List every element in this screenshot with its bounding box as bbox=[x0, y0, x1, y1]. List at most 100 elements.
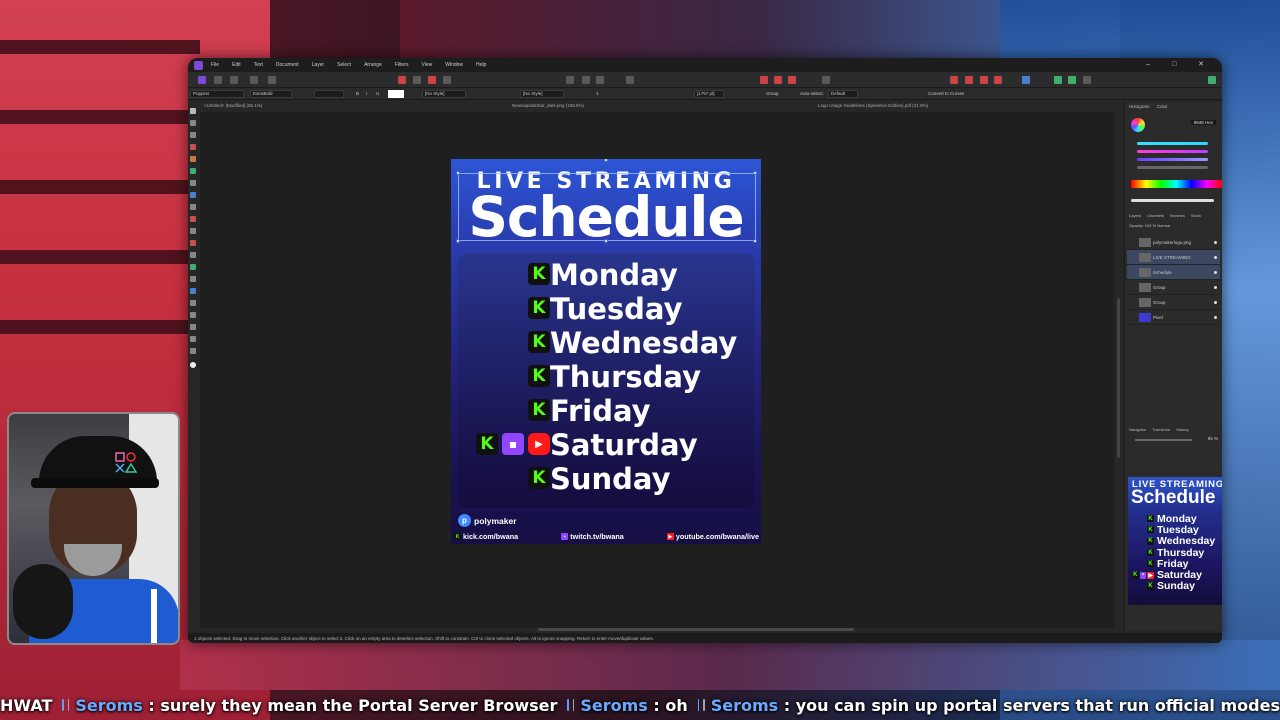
toolbar-icon[interactable] bbox=[250, 76, 258, 84]
table-tool-icon[interactable] bbox=[190, 276, 196, 282]
toolbar-icon[interactable] bbox=[950, 76, 958, 84]
toolbar-icon[interactable] bbox=[980, 76, 988, 84]
selection-handle[interactable] bbox=[456, 171, 460, 175]
toolbar-icon[interactable] bbox=[398, 76, 406, 84]
toolbar-icon[interactable] bbox=[428, 76, 436, 84]
toolbar-icon[interactable] bbox=[1083, 76, 1091, 84]
blue-slider[interactable] bbox=[1137, 158, 1208, 161]
navigator-preview[interactable]: LIVE STREAMING Schedule K Monday K Tuesday K… bbox=[1128, 477, 1222, 605]
visibility-icon[interactable] bbox=[1214, 286, 1217, 289]
schedule-day-row[interactable]: K Thursday bbox=[451, 359, 761, 394]
frame-text-tool-icon[interactable] bbox=[190, 264, 196, 270]
tab-navigator[interactable]: Navigator bbox=[1129, 427, 1146, 432]
persona-export-icon[interactable] bbox=[230, 76, 238, 84]
underline-button[interactable]: U bbox=[376, 91, 379, 96]
app-logo-icon[interactable] bbox=[194, 60, 203, 70]
text-tool-icon[interactable] bbox=[190, 252, 196, 258]
tab-brushes[interactable]: Brushes bbox=[1170, 213, 1185, 218]
menu-filters[interactable]: Filters bbox=[395, 62, 409, 68]
toolbar-icon[interactable] bbox=[626, 76, 634, 84]
vertical-scrollbar[interactable] bbox=[1117, 298, 1120, 458]
account-icon[interactable] bbox=[1208, 76, 1216, 84]
char-style-select[interactable]: [No Style] bbox=[422, 90, 466, 98]
toolbar-icon[interactable] bbox=[1068, 76, 1076, 84]
font-family-select[interactable]: Poppins bbox=[190, 90, 244, 98]
schedule-day-row[interactable]: K Friday bbox=[451, 393, 761, 428]
selection-handle[interactable] bbox=[604, 159, 608, 162]
auto-select-dropdown[interactable]: Default bbox=[828, 90, 858, 98]
magenta-slider[interactable] bbox=[1137, 150, 1208, 153]
crop-tool-icon[interactable] bbox=[190, 132, 196, 138]
tab-stock[interactable]: Stock bbox=[1191, 213, 1201, 218]
zoom-tool-icon[interactable] bbox=[190, 336, 196, 342]
layer-item[interactable]: polymakerlogo.png bbox=[1127, 235, 1220, 250]
color-spectrum[interactable] bbox=[1131, 180, 1222, 188]
tab-history[interactable]: History bbox=[1176, 427, 1188, 432]
toolbar-icon[interactable] bbox=[413, 76, 421, 84]
fill-tool-icon[interactable] bbox=[190, 180, 196, 186]
schedule-artboard[interactable]: LIVE STREAMING Schedule K Monday K Tuesday K… bbox=[451, 159, 761, 544]
schedule-day-row[interactable]: K Wednesday bbox=[451, 325, 761, 360]
menu-text[interactable]: Text bbox=[254, 62, 263, 68]
visibility-icon[interactable] bbox=[1214, 271, 1217, 274]
shape-tool-icon[interactable] bbox=[190, 216, 196, 222]
schedule-day-row[interactable]: K Monday bbox=[451, 257, 761, 292]
selection-handle[interactable] bbox=[456, 239, 460, 243]
gradient-tool-icon[interactable] bbox=[190, 192, 196, 198]
toolbar-icon[interactable] bbox=[582, 76, 590, 84]
menu-help[interactable]: Help bbox=[476, 62, 486, 68]
visibility-icon[interactable] bbox=[1214, 316, 1217, 319]
schedule-day-row[interactable]: K Sunday bbox=[451, 461, 761, 496]
selection-bounding-box[interactable] bbox=[458, 173, 756, 241]
persona-designer-icon[interactable] bbox=[198, 76, 206, 84]
toolbar-icon[interactable] bbox=[1022, 76, 1030, 84]
menu-view[interactable]: View bbox=[422, 62, 433, 68]
layer-blend-options[interactable]: Opacity: 100 % Normal bbox=[1129, 223, 1170, 228]
schedule-day-row[interactable]: K Tuesday bbox=[451, 291, 761, 326]
doc-tab-untitled[interactable]: <Untitled> [Modified] (95.1%) bbox=[204, 103, 262, 108]
schedule-day-row[interactable]: K ▪ ▶ Saturday bbox=[451, 427, 761, 462]
view-tool-icon[interactable] bbox=[190, 348, 196, 354]
opacity-slider[interactable] bbox=[1131, 199, 1214, 202]
move-tool-icon[interactable] bbox=[190, 108, 196, 114]
node-tool-icon[interactable] bbox=[190, 120, 196, 126]
zoom-value[interactable]: 95 % bbox=[1208, 436, 1218, 441]
rectangle-tool-icon[interactable] bbox=[190, 228, 196, 234]
color-wheel-icon[interactable] bbox=[1131, 118, 1145, 132]
toolbar-icon[interactable] bbox=[965, 76, 973, 84]
layer-item[interactable]: LIVE STREAMING bbox=[1127, 250, 1220, 265]
zoom-slider[interactable] bbox=[1135, 439, 1192, 441]
ellipse-tool-icon[interactable] bbox=[190, 240, 196, 246]
tab-color[interactable]: Color bbox=[1157, 104, 1168, 109]
toolbar-icon[interactable] bbox=[596, 76, 604, 84]
menu-layer[interactable]: Layer bbox=[312, 62, 325, 68]
menu-window[interactable]: Window bbox=[445, 62, 463, 68]
menu-select[interactable]: Select bbox=[337, 62, 351, 68]
vector-crop-tool-icon[interactable] bbox=[190, 300, 196, 306]
pt-value-field[interactable]: [1757 pt] bbox=[694, 90, 724, 98]
selection-handle[interactable] bbox=[753, 171, 757, 175]
picture-frame-tool-icon[interactable] bbox=[190, 288, 196, 294]
menu-file[interactable]: File bbox=[211, 62, 219, 68]
selection-handle[interactable] bbox=[604, 239, 608, 243]
group-label[interactable]: Group bbox=[766, 91, 779, 96]
font-size-field[interactable] bbox=[314, 90, 344, 98]
visibility-icon[interactable] bbox=[1214, 241, 1217, 244]
toolbar-icon[interactable] bbox=[443, 76, 451, 84]
tab-transform[interactable]: Transform bbox=[1152, 427, 1170, 432]
window-controls[interactable]: – □ ✕ bbox=[1146, 60, 1214, 68]
font-weight-select[interactable]: ExtraBold bbox=[250, 90, 292, 98]
cyan-slider[interactable] bbox=[1137, 142, 1208, 145]
layer-item[interactable]: Group bbox=[1127, 295, 1220, 310]
menu-document[interactable]: Document bbox=[276, 62, 299, 68]
persona-pixel-icon[interactable] bbox=[214, 76, 222, 84]
brush-tool-icon[interactable] bbox=[190, 168, 196, 174]
menu-edit[interactable]: Edit bbox=[232, 62, 241, 68]
pen-tool-icon[interactable] bbox=[190, 144, 196, 150]
slice-tool-icon[interactable] bbox=[190, 312, 196, 318]
visibility-icon[interactable] bbox=[1214, 301, 1217, 304]
color-picker-tool-icon[interactable] bbox=[190, 324, 196, 330]
toolbar-icon[interactable] bbox=[822, 76, 830, 84]
tab-channels[interactable]: Channels bbox=[1147, 213, 1164, 218]
transparency-tool-icon[interactable] bbox=[190, 204, 196, 210]
